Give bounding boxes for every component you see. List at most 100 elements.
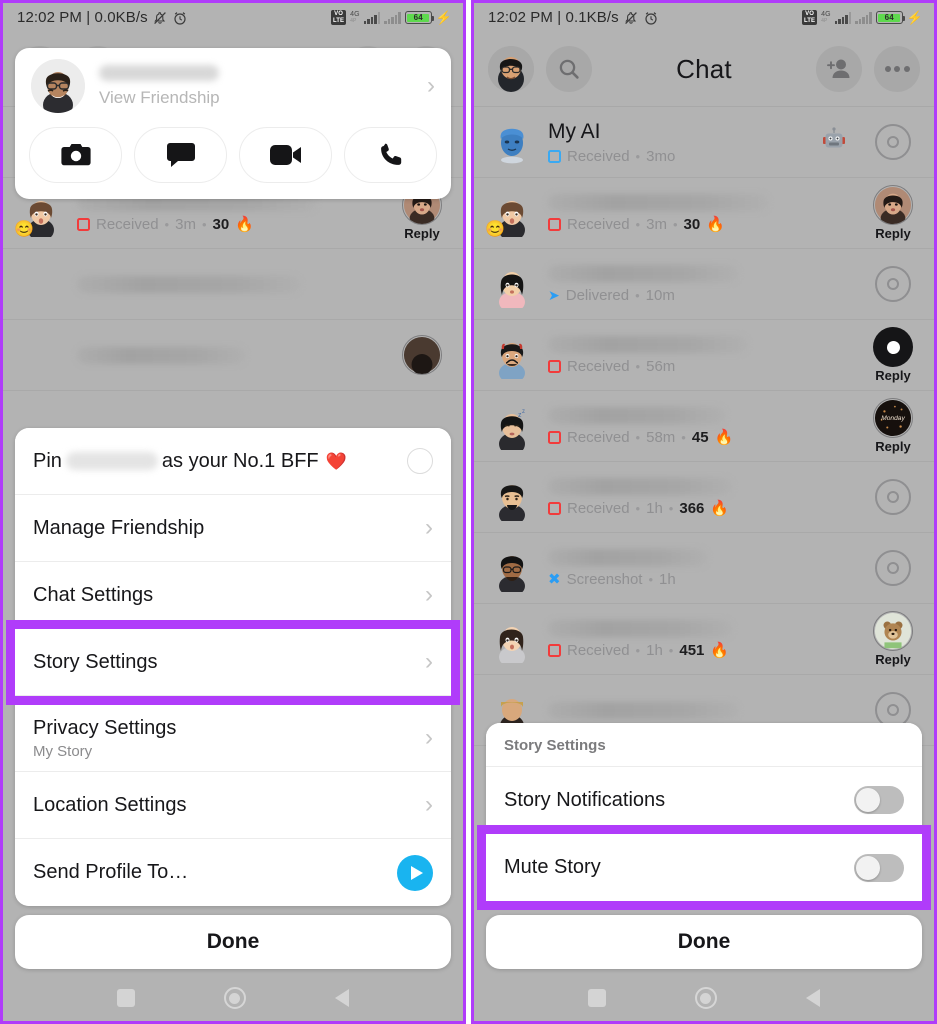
camera-button[interactable]	[866, 266, 920, 302]
chat-status: Received • 56m	[548, 358, 854, 375]
recents-button[interactable]	[588, 989, 607, 1007]
svg-text:Monday: Monday	[881, 415, 905, 422]
status-time-network: 12:02 PM | 0.1KB/s	[488, 9, 619, 26]
friendship-camera-button[interactable]	[29, 127, 122, 183]
fire-icon: 🔥	[710, 499, 730, 517]
alarm-clock-icon	[172, 10, 188, 26]
chat-name-blurred	[548, 264, 738, 282]
two-panel-screenshot: 12:02 PM | 0.0KB/s VO LTE 4G 4P 64 ⚡ 😊 R…	[0, 0, 937, 1024]
network-type-label: 4G 4P	[821, 10, 831, 24]
reply-button[interactable]: Reply	[866, 185, 920, 241]
timestamp: 56m	[646, 357, 676, 375]
fire-icon: 🔥	[706, 215, 725, 233]
avatar: z z	[488, 402, 536, 455]
avatar	[488, 615, 536, 667]
chat-row[interactable]: Received • 1h • 366 🔥	[474, 462, 934, 533]
mute-story-toggle[interactable]	[854, 853, 904, 882]
reply-button[interactable]: Monday Reply	[866, 398, 920, 454]
friendship-chat-button[interactable]	[134, 127, 227, 183]
chevron-right-icon: ›	[425, 581, 433, 608]
friend-emoji-badge: 😊	[485, 221, 505, 238]
camera-button[interactable]	[866, 550, 920, 586]
left-phone-panel: 12:02 PM | 0.0KB/s VO LTE 4G 4P 64 ⚡ 😊 R…	[0, 0, 466, 1024]
friend-avatar	[31, 59, 85, 113]
add-friend-button[interactable]	[816, 46, 862, 92]
menu-sublabel: My Story	[33, 742, 93, 760]
reply-label: Reply	[404, 226, 440, 241]
alarm-clock-icon	[643, 10, 659, 26]
fire-icon: 🔥	[710, 641, 730, 659]
send-profile-button[interactable]	[397, 854, 433, 891]
avatar	[488, 473, 536, 525]
reply-button[interactable]: Reply	[866, 327, 920, 383]
avatar	[488, 118, 536, 166]
chat-row[interactable]	[3, 249, 463, 320]
menu-item-pin-bff[interactable]: Pin as your No.1 BFF ❤️	[15, 428, 451, 495]
menu-label: Manage Friendship	[33, 516, 205, 539]
volte-icon: VO LTE	[330, 10, 347, 25]
more-options-button[interactable]	[874, 46, 920, 92]
chat-status: Received • 3m • 30 🔥	[548, 216, 854, 233]
chat-row[interactable]	[3, 320, 463, 391]
camera-solid-icon	[873, 327, 913, 367]
menu-item-send-profile[interactable]: Send Profile To…	[15, 839, 451, 906]
done-label: Done	[206, 930, 260, 953]
menu-item-chat-settings[interactable]: Chat Settings ›	[15, 562, 451, 629]
menu-item-location-settings[interactable]: Location Settings ›	[15, 772, 451, 839]
story-notifications-toggle[interactable]	[854, 786, 904, 814]
view-friendship-row[interactable]: View Friendship ›	[15, 48, 451, 119]
friend-emoji-badge: 😊	[14, 221, 34, 238]
chat-name: My AI	[548, 119, 601, 143]
search-button[interactable]	[546, 46, 592, 92]
setting-label: Mute Story	[504, 856, 601, 878]
android-nav-bar-left	[3, 975, 463, 1021]
timestamp: 3m	[175, 215, 196, 233]
reply-button[interactable]: Reply	[866, 611, 920, 667]
status-text: Received	[567, 215, 630, 233]
avatar: 😊	[485, 189, 536, 241]
timestamp: 3mo	[646, 147, 676, 165]
signal-bars-sim1-icon	[363, 11, 381, 24]
status-text: Received	[567, 499, 630, 517]
chat-row-my-ai[interactable]: My AI Received • 3mo	[474, 107, 934, 178]
back-button[interactable]	[334, 989, 349, 1007]
home-button[interactable]	[694, 987, 717, 1009]
pin-bff-radio[interactable]	[407, 448, 433, 474]
camera-outline-icon	[875, 479, 911, 515]
menu-item-story-settings[interactable]: Story Settings ›	[6, 620, 460, 705]
timestamp: 1h	[646, 499, 663, 517]
chat-row[interactable]: Received • 56m Reply	[474, 320, 934, 391]
setting-row-story-notifications[interactable]: Story Notifications	[486, 767, 922, 834]
my-profile-avatar[interactable]	[488, 46, 534, 92]
back-button[interactable]	[805, 989, 820, 1007]
chat-row[interactable]: Received • 1h • 451 🔥 Reply	[474, 604, 934, 675]
done-button[interactable]: Done	[15, 915, 451, 969]
home-button[interactable]	[223, 987, 246, 1009]
menu-label: Privacy Settings	[33, 716, 177, 739]
chat-square-blue-icon	[548, 149, 561, 163]
menu-item-privacy-settings[interactable]: Privacy Settings My Story ›	[15, 705, 451, 772]
story-ring-avatar	[873, 611, 913, 651]
snap-square-red-icon	[548, 430, 561, 444]
camera-button[interactable]	[866, 479, 920, 515]
menu-item-manage-friendship[interactable]: Manage Friendship ›	[15, 495, 451, 562]
chevron-right-icon: ›	[425, 791, 433, 818]
story-settings-sheet: Story Settings Story Notifications Mute …	[474, 723, 934, 969]
done-button[interactable]: Done	[486, 915, 922, 969]
svg-text:z: z	[522, 409, 525, 415]
chat-row[interactable]: ✖ Screenshot • 1h	[474, 533, 934, 604]
chat-row[interactable]: 😊 Received • 3m • 30 🔥 Reply	[474, 178, 934, 249]
friendship-video-button[interactable]	[239, 127, 332, 183]
heart-icon: ❤️	[325, 451, 347, 471]
setting-row-mute-story[interactable]: Mute Story	[477, 825, 931, 910]
camera-button[interactable]	[866, 124, 920, 160]
status-bar-left: 12:02 PM | 0.0KB/s VO LTE 4G 4P 64 ⚡	[3, 3, 463, 32]
robot-icon	[820, 126, 848, 159]
recents-button[interactable]	[117, 989, 136, 1007]
friendship-call-button[interactable]	[344, 127, 437, 183]
chat-name-blurred	[548, 619, 732, 637]
chat-row[interactable]: ➤ Delivered • 10m	[474, 249, 934, 320]
fire-icon: 🔥	[714, 428, 734, 446]
bell-mute-icon	[152, 10, 168, 26]
chat-row[interactable]: z z Received • 58m • 45 🔥 Monday Reply	[474, 391, 934, 462]
